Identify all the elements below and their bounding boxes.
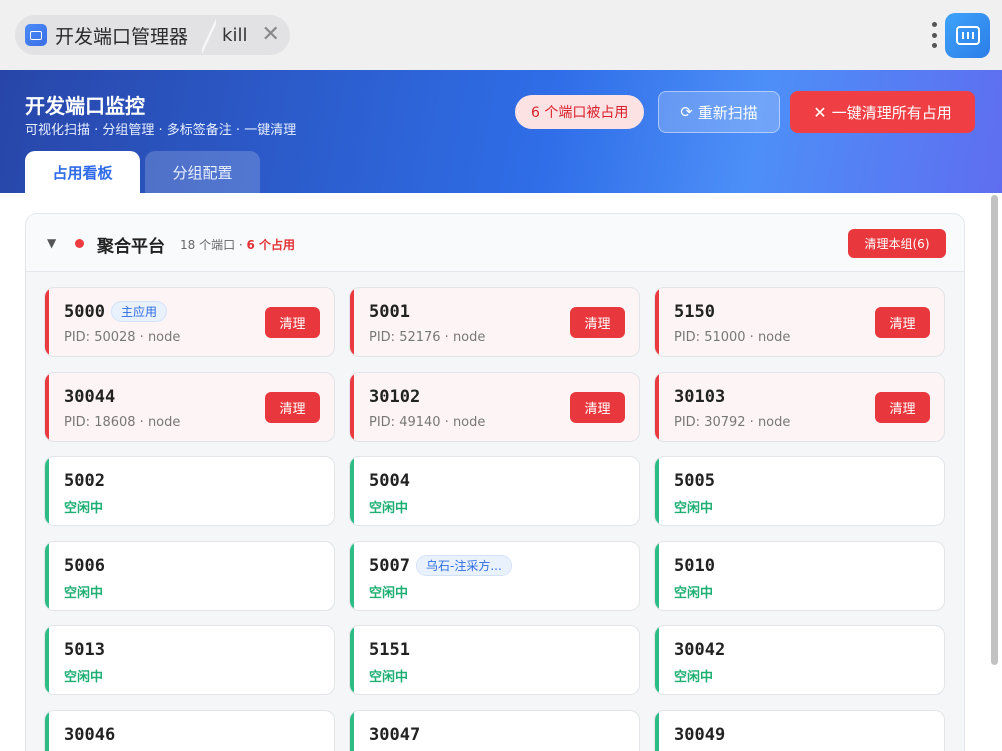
status-dot xyxy=(75,239,84,248)
port-card[interactable]: 30044 PID: 18608 · node 清理 xyxy=(44,372,335,442)
port-card[interactable]: 30102 PID: 49140 · node 清理 xyxy=(349,372,640,442)
page-header: 开发端口监控 可视化扫描 · 分组管理 · 多标签备注 · 一键清理 6 个端口… xyxy=(0,70,1002,193)
port-number: 5013 xyxy=(64,640,105,660)
port-number: 5010 xyxy=(674,556,715,576)
process-info: PID: 51000 · node xyxy=(674,330,791,345)
process-info: PID: 18608 · node xyxy=(64,415,181,430)
port-number: 30049 xyxy=(674,725,726,745)
process-info: PID: 52176 · node xyxy=(369,330,486,345)
idle-status: 空闲中 xyxy=(64,501,104,516)
kill-port-button[interactable]: 清理 xyxy=(265,392,320,423)
monitor-app-icon[interactable] xyxy=(945,13,990,58)
port-card[interactable]: 5010 空闲中 xyxy=(654,541,945,611)
kill-port-button[interactable]: 清理 xyxy=(570,307,625,338)
idle-status: 空闲中 xyxy=(64,670,104,685)
port-card[interactable]: 30042 空闲中 xyxy=(654,625,945,695)
group-name: 聚合平台 xyxy=(97,237,165,257)
process-info: PID: 30792 · node xyxy=(674,415,791,430)
app-tab[interactable]: 开发端口管理器 xyxy=(15,15,203,55)
rescan-label: 重新扫描 xyxy=(697,103,758,122)
port-group: ▼ 聚合平台 18 个端口 · 6 个占用 清理本组(6) 5000 主应用 PID… xyxy=(25,213,965,751)
port-card[interactable]: 30049 xyxy=(654,710,945,751)
port-card[interactable]: 5004 空闲中 xyxy=(349,456,640,526)
port-number: 30046 xyxy=(64,725,116,745)
port-card[interactable]: 30103 PID: 30792 · node 清理 xyxy=(654,372,945,442)
idle-status: 空闲中 xyxy=(369,586,409,601)
group-meta: 18 个端口 · 6 个占用 xyxy=(180,236,295,253)
group-port-count: 18 个端口 · xyxy=(180,238,247,252)
app-tab-title: 开发端口管理器 xyxy=(55,25,189,48)
port-number: 5002 xyxy=(64,471,105,491)
port-number: 5000 xyxy=(64,302,105,322)
rescan-button[interactable]: ⟳ 重新扫描 xyxy=(658,91,780,133)
kill-port-button[interactable]: 清理 xyxy=(570,392,625,423)
port-card[interactable]: 5007 乌石-注采方... 空闲中 xyxy=(349,541,640,611)
idle-status: 空闲中 xyxy=(369,670,409,685)
tab-occupancy-board[interactable]: 占用看板 xyxy=(25,151,140,193)
caret-down-icon[interactable]: ▼ xyxy=(47,236,56,250)
port-number: 5001 xyxy=(369,302,410,322)
close-icon[interactable]: ✕ xyxy=(261,24,279,46)
port-card[interactable]: 5005 空闲中 xyxy=(654,456,945,526)
port-card[interactable]: 5001 PID: 52176 · node 清理 xyxy=(349,287,640,357)
more-menu-icon[interactable] xyxy=(931,22,937,48)
clear-group-button[interactable]: 清理本组(6) xyxy=(848,229,946,258)
port-number: 5151 xyxy=(369,640,410,660)
port-number: 5005 xyxy=(674,471,715,491)
window-tab-bar: 开发端口管理器 kill ✕ xyxy=(0,0,1002,70)
kill-port-button[interactable]: 清理 xyxy=(875,307,930,338)
tab-group-config[interactable]: 分组配置 xyxy=(145,151,260,193)
app-icon xyxy=(25,24,47,46)
process-info: PID: 49140 · node xyxy=(369,415,486,430)
main-content: ▼ 聚合平台 18 个端口 · 6 个占用 清理本组(6) 5000 主应用 PID… xyxy=(0,193,1002,751)
port-number: 5006 xyxy=(64,556,105,576)
page-title: 开发端口监控 xyxy=(25,94,145,118)
port-card[interactable]: 5002 空闲中 xyxy=(44,456,335,526)
group-busy-count: 6 个占用 xyxy=(246,238,296,252)
port-number: 5004 xyxy=(369,471,410,491)
idle-status: 空闲中 xyxy=(369,501,409,516)
port-card[interactable]: 5150 PID: 51000 · node 清理 xyxy=(654,287,945,357)
kill-all-button[interactable]: ✕ 一键清理所有占用 xyxy=(790,91,975,133)
port-card[interactable]: 5000 主应用 PID: 50028 · node 清理 xyxy=(44,287,335,357)
idle-status: 空闲中 xyxy=(674,670,714,685)
kill-all-label: 一键清理所有占用 xyxy=(831,103,952,122)
port-tag[interactable]: 乌石-注采方... xyxy=(416,555,512,576)
kill-tab[interactable]: kill ✕ xyxy=(216,15,290,55)
port-number: 30042 xyxy=(674,640,726,660)
refresh-icon: ⟳ xyxy=(680,103,693,121)
tab-group: 开发端口管理器 kill ✕ xyxy=(15,15,290,55)
tab-separator xyxy=(202,15,217,55)
process-info: PID: 50028 · node xyxy=(64,330,181,345)
port-number: 30103 xyxy=(674,387,726,407)
port-card[interactable]: 5006 空闲中 xyxy=(44,541,335,611)
idle-status: 空闲中 xyxy=(64,586,104,601)
port-card[interactable]: 5151 空闲中 xyxy=(349,625,640,695)
port-number: 5007 xyxy=(369,556,410,576)
close-icon: ✕ xyxy=(813,102,827,122)
port-card[interactable]: 30047 xyxy=(349,710,640,751)
scrollbar[interactable] xyxy=(991,195,998,665)
page-subtitle: 可视化扫描 · 分组管理 · 多标签备注 · 一键清理 xyxy=(25,123,297,138)
idle-status: 空闲中 xyxy=(674,586,714,601)
port-number: 30102 xyxy=(369,387,421,407)
busy-count-badge: 6 个端口被占用 xyxy=(515,95,645,129)
port-number: 30044 xyxy=(64,387,116,407)
port-number: 5150 xyxy=(674,302,715,322)
port-card[interactable]: 30046 xyxy=(44,710,335,751)
idle-status: 空闲中 xyxy=(674,501,714,516)
port-card[interactable]: 5013 空闲中 xyxy=(44,625,335,695)
kill-tab-label: kill xyxy=(222,24,248,46)
port-number: 30047 xyxy=(369,725,421,745)
group-header[interactable]: ▼ 聚合平台 18 个端口 · 6 个占用 清理本组(6) xyxy=(26,214,964,272)
kill-port-button[interactable]: 清理 xyxy=(875,392,930,423)
kill-port-button[interactable]: 清理 xyxy=(265,307,320,338)
port-tag[interactable]: 主应用 xyxy=(111,301,168,322)
